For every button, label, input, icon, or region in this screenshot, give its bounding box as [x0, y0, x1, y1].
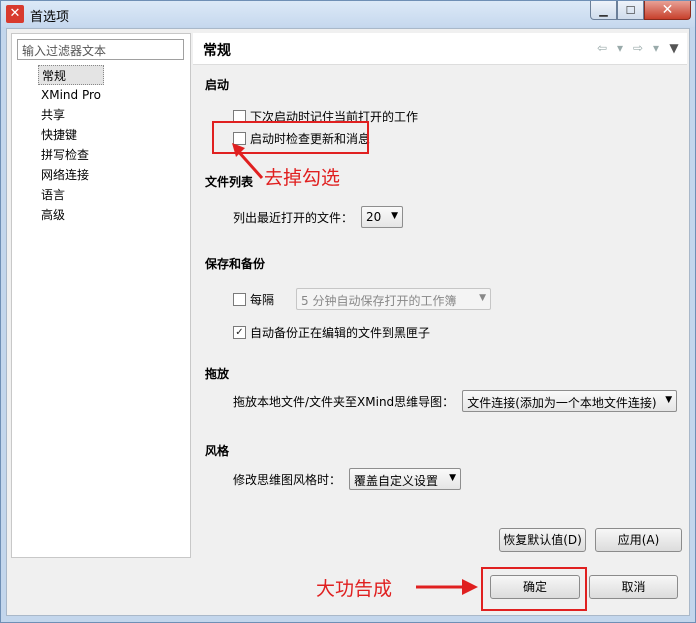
recent-files-select[interactable]: 20 ▼: [361, 206, 404, 228]
category-item-advanced[interactable]: 高级: [38, 205, 104, 225]
category-item-shortcuts[interactable]: 快捷键: [38, 125, 104, 145]
pane-header: 常规 ⇦ ▾ ⇨ ▾ ▼: [193, 33, 687, 65]
restore-defaults-button[interactable]: 恢复默认值(D): [499, 528, 586, 552]
style-heading: 风格: [205, 444, 230, 458]
chevron-down-icon: ▼: [665, 395, 673, 405]
highlight-box-ok: [481, 567, 587, 611]
chevron-down-icon: ▼: [449, 473, 457, 483]
minimize-icon: ▁: [599, 3, 608, 17]
recent-files-label: 列出最近打开的文件：: [233, 210, 354, 225]
autosave-row: 每隔 5 分钟自动保存打开的工作簿 ▼: [233, 288, 492, 310]
forward-icon[interactable]: ⇨: [631, 41, 645, 55]
drag-label: 拖放本地文件/文件夹至XMind思维导图：: [233, 394, 455, 409]
dialog-body: 输入过滤器文本 常规 XMind Pro 共享 快捷键 拼写检查 网络连接 语言…: [6, 28, 690, 616]
recent-files-row: 列出最近打开的文件： 20 ▼: [233, 206, 404, 228]
view-menu-icon[interactable]: ▼: [667, 41, 681, 55]
auto-backup-label: 自动备份正在编辑的文件到黑匣子: [250, 326, 431, 340]
maximize-icon: ☐: [625, 3, 636, 17]
title-bar[interactable]: ✕ 首选项 ▁ ☐ ✕: [1, 1, 695, 27]
auto-backup-checkbox[interactable]: ✓: [233, 326, 246, 339]
category-item-network[interactable]: 网络连接: [38, 165, 104, 185]
autosave-interval-select[interactable]: 5 分钟自动保存打开的工作簿 ▼: [296, 288, 492, 310]
preferences-window: ✕ 首选项 ▁ ☐ ✕ 输入过滤器文本 常规 XMind Pro 共享 快捷键 …: [0, 0, 696, 623]
style-row: 修改思维图风格时： 覆盖自定义设置 ▼: [233, 468, 462, 490]
page-title: 常规: [203, 43, 231, 59]
category-item-spellcheck[interactable]: 拼写检查: [38, 145, 104, 165]
backup-heading: 保存和备份: [205, 257, 266, 271]
category-item-share[interactable]: 共享: [38, 105, 104, 125]
drag-heading: 拖放: [205, 367, 230, 381]
style-label: 修改思维图风格时：: [233, 472, 342, 487]
chevron-down-icon[interactable]: ▾: [649, 41, 663, 55]
autosave-label: 每隔: [250, 292, 275, 307]
uncheck-annotation: 去掉勾选: [264, 167, 341, 189]
drag-behavior-select[interactable]: 文件连接(添加为一个本地文件连接) ▼: [462, 390, 678, 412]
window-title: 首选项: [30, 10, 70, 25]
drag-row: 拖放本地文件/文件夹至XMind思维导图： 文件连接(添加为一个本地文件连接) ▼: [233, 390, 678, 412]
category-item-xmind-pro[interactable]: XMind Pro: [38, 85, 104, 105]
general-settings-pane: 常规 ⇦ ▾ ⇨ ▾ ▼ 启动 下次启动时记住当前打开的工作 启动时检查更新和消…: [193, 33, 687, 558]
category-item-language[interactable]: 语言: [38, 185, 104, 205]
back-icon[interactable]: ⇦: [595, 41, 609, 55]
preferences-sidebar: 输入过滤器文本 常规 XMind Pro 共享 快捷键 拼写检查 网络连接 语言…: [11, 33, 191, 558]
category-tree: 常规 XMind Pro 共享 快捷键 拼写检查 网络连接 语言 高级: [38, 65, 104, 225]
done-annotation: 大功告成: [316, 578, 393, 600]
style-behavior-select[interactable]: 覆盖自定义设置 ▼: [349, 468, 462, 490]
startup-heading: 启动: [205, 78, 230, 92]
autosave-checkbox[interactable]: [233, 292, 246, 306]
chevron-down-icon[interactable]: ▾: [613, 41, 627, 55]
xmind-logo-icon: ✕: [6, 5, 24, 23]
maximize-button[interactable]: ☐: [617, 1, 644, 20]
annotation-arrow-up: [232, 143, 264, 179]
cancel-button[interactable]: 取消: [589, 575, 678, 599]
apply-button[interactable]: 应用(A): [595, 528, 682, 552]
close-button[interactable]: ✕: [644, 1, 691, 20]
category-item-general[interactable]: 常规: [38, 65, 104, 85]
filter-input[interactable]: 输入过滤器文本: [17, 39, 184, 60]
chevron-down-icon: ▼: [391, 211, 399, 221]
close-icon: ✕: [661, 2, 674, 18]
chevron-down-icon: ▼: [479, 293, 487, 303]
annotation-arrow-right: [416, 579, 478, 595]
minimize-button[interactable]: ▁: [590, 1, 617, 20]
auto-backup-option[interactable]: ✓ 自动备份正在编辑的文件到黑匣子: [233, 324, 430, 341]
